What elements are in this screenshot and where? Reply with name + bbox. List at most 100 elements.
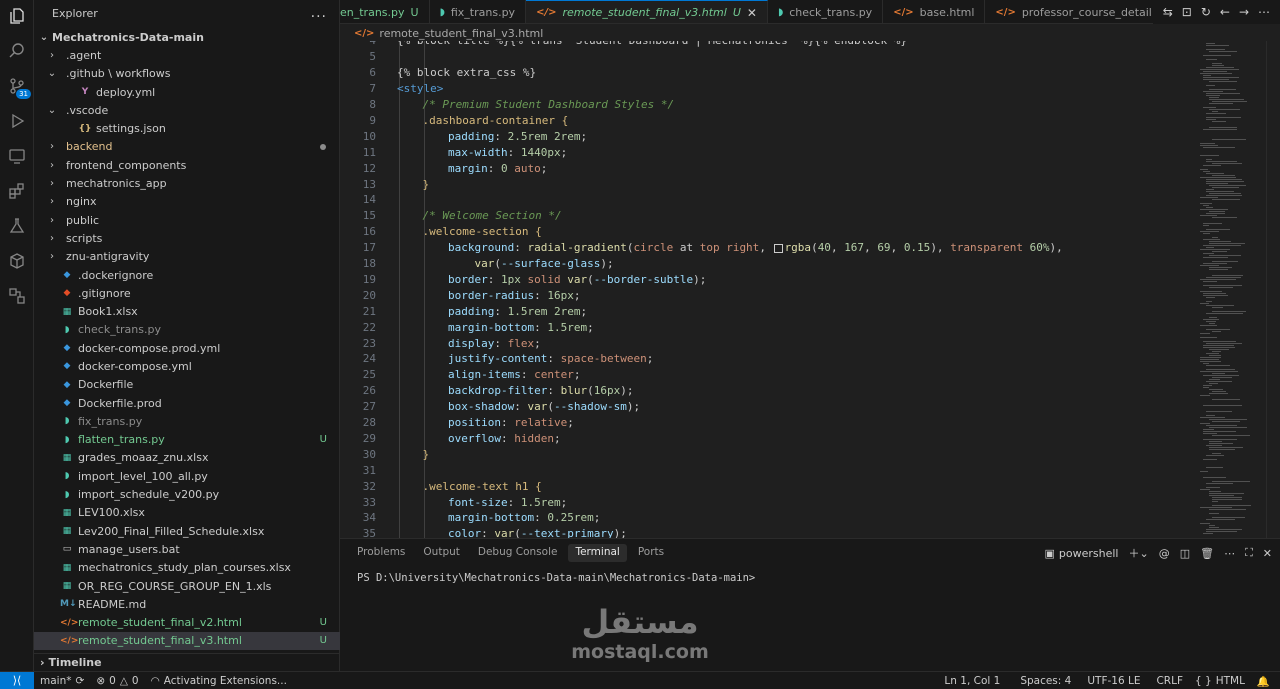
tree-file[interactable]: ◗ import_level_100_all.py	[34, 467, 340, 485]
close-icon[interactable]: ✕	[747, 6, 757, 20]
compare-icon[interactable]: ⇆	[1163, 5, 1173, 19]
extensions-icon[interactable]	[7, 181, 27, 201]
line-number: 14	[362, 193, 376, 207]
minimap-line	[1206, 353, 1219, 354]
tree-file[interactable]: ◆ .gitignore	[34, 284, 340, 302]
panel-tab-terminal[interactable]: Terminal	[568, 544, 627, 562]
tree-file[interactable]: ▦ mechatronics_study_plan_courses.xlsx	[34, 559, 340, 577]
maximize-panel-icon[interactable]: ⛶	[1245, 546, 1253, 560]
tree-file[interactable]: M↓ README.md	[34, 595, 340, 613]
terminal-instance[interactable]: ▣ powershell	[1044, 547, 1118, 560]
history-icon[interactable]: ↻	[1201, 5, 1211, 19]
editor-tab[interactable]: </> remote_student_final_v3.html U ✕	[526, 0, 768, 23]
editor-tab[interactable]: ◗ check_trans.py	[768, 0, 884, 23]
tab-label: remote_student_final_v3.html	[562, 6, 727, 19]
code-line: 14	[340, 192, 1190, 208]
more-editor-actions-icon[interactable]: ⋯	[1258, 5, 1270, 19]
editor-scrollbar[interactable]	[1266, 41, 1280, 538]
tree-file[interactable]: ▦ Lev200_Final_Filled_Schedule.xlsx	[34, 522, 340, 540]
tree-folder[interactable]: ⌄. github \ workflows	[34, 65, 340, 83]
tree-folder[interactable]: › scripts	[34, 229, 340, 247]
color-swatch-icon[interactable]	[773, 243, 783, 253]
timeline-section[interactable]: › Timeline	[34, 653, 340, 671]
tree-file[interactable]: {} settings.json	[34, 119, 340, 137]
remote-explorer-icon[interactable]	[7, 146, 27, 166]
open-changes-icon[interactable]: ⊡	[1182, 5, 1192, 19]
editor-tab[interactable]: ◗ fix_trans.py	[430, 0, 527, 23]
tree-file[interactable]: ▦ grades_moaaz_znu.xlsx	[34, 449, 340, 467]
tree-folder[interactable]: › frontend_components	[34, 156, 340, 174]
branch-indicator[interactable]: main* ⟳	[34, 675, 90, 687]
more-actions-icon[interactable]: ...	[311, 5, 327, 21]
minimap-line	[1206, 213, 1225, 214]
minimap-line	[1212, 275, 1243, 276]
tree-folder[interactable]: › backend	[34, 138, 340, 156]
code-token: padding	[448, 304, 495, 318]
tree-file[interactable]: ◗ import_schedule_v200.py	[34, 485, 340, 503]
tree-folder[interactable]: › mechatronics_app	[34, 174, 340, 192]
line-ending[interactable]: CRLF	[1150, 675, 1189, 687]
go-forward-icon[interactable]: →	[1239, 5, 1249, 19]
breadcrumb[interactable]: </> remote_student_final_v3.html	[340, 25, 1280, 41]
tree-file[interactable]: </> remote_student_final_v3.html U	[34, 631, 340, 651]
tree-file[interactable]: ◗ check_trans.py	[34, 321, 340, 339]
tree-root[interactable]: ⌄ Mechatronics-Data-main	[34, 28, 340, 46]
tree-folder[interactable]: ⌄. vscode	[34, 101, 340, 119]
code-token: at	[673, 241, 700, 255]
language-mode[interactable]: { } HTML	[1189, 675, 1251, 687]
testing-icon[interactable]	[7, 216, 27, 236]
projects-icon[interactable]	[7, 286, 27, 306]
tree-file[interactable]: ◆ Dockerfile.prod	[34, 394, 340, 412]
source-control-icon[interactable]: 31	[7, 76, 31, 99]
tree-file[interactable]: ◆ docker-compose.prod.yml	[34, 339, 340, 357]
code-text: display: flex;	[397, 337, 541, 350]
tree-file[interactable]: ▦ OR_REG_COURSE_GROUP_EN_1.xls	[34, 577, 340, 595]
go-back-icon[interactable]: ←	[1220, 5, 1230, 19]
tree-file[interactable]: ◆ docker-compose.yml	[34, 357, 340, 375]
tree-file[interactable]: ◆ .dockerignore	[34, 266, 340, 284]
panel-tab-problems[interactable]: Problems	[350, 544, 412, 562]
editor-tab[interactable]: </> base.html	[883, 0, 986, 23]
tree-folder[interactable]: › public	[34, 211, 340, 229]
tree-folder[interactable]: ›. agent	[34, 46, 340, 64]
panel-tab-output[interactable]: Output	[416, 544, 466, 562]
minimap[interactable]	[1196, 41, 1266, 538]
kill-terminal-icon[interactable]: 🗑	[1200, 547, 1214, 560]
code-token: :	[514, 400, 528, 414]
cursor-position[interactable]: Ln 1, Col 1	[938, 675, 1006, 687]
terminal-output[interactable]: PS D:\University\Mechatronics-Data-main\…	[357, 572, 755, 584]
notifications-icon[interactable]: 🔔	[1251, 675, 1280, 688]
tree-file[interactable]: ▦ Book1.xlsx	[34, 302, 340, 320]
panel-tab-debug-console[interactable]: Debug Console	[471, 544, 565, 562]
minimap-line	[1209, 127, 1237, 128]
remote-indicator-icon[interactable]: ⟩⟨	[0, 671, 34, 689]
code-editor[interactable]: 4 {% block title %}{% trans "Student Dash…	[340, 41, 1280, 538]
copilot-icon[interactable]: @	[1159, 547, 1170, 560]
close-panel-icon[interactable]: ✕	[1263, 547, 1272, 560]
tree-file[interactable]: ◗ fix_trans.py	[34, 412, 340, 430]
run-debug-icon[interactable]	[7, 111, 27, 131]
breadcrumb-file[interactable]: remote_student_final_v3.html	[379, 27, 543, 40]
minimap-line	[1200, 249, 1230, 250]
split-terminal-icon[interactable]: ◫	[1180, 547, 1190, 560]
problems-indicator[interactable]: ⊗ 0 △ 0	[90, 675, 144, 687]
tree-folder[interactable]: › znu-antigravity	[34, 248, 340, 266]
minimap-line	[1200, 325, 1217, 326]
editor-tab[interactable]: en_trans.py U	[340, 0, 430, 23]
tree-file[interactable]: </> remote_student_final_v2.html U	[34, 614, 340, 632]
encoding[interactable]: UTF-16 LE	[1081, 675, 1146, 687]
indentation[interactable]: Spaces: 4	[1014, 675, 1077, 687]
tree-folder[interactable]: › nginx	[34, 193, 340, 211]
more-icon[interactable]: ⋯	[1224, 547, 1235, 560]
tree-file[interactable]: ▭ manage_users.bat	[34, 540, 340, 558]
new-terminal-icon[interactable]: ＋⌄	[1128, 545, 1148, 561]
explorer-icon[interactable]	[7, 6, 27, 26]
tree-file[interactable]: ◆ Dockerfile	[34, 376, 340, 394]
minimap-line	[1200, 357, 1221, 358]
tree-file[interactable]: ▦ LEV100.xlsx	[34, 504, 340, 522]
containers-icon[interactable]	[7, 251, 27, 271]
search-icon[interactable]	[7, 41, 27, 61]
tree-file[interactable]: ◗ flatten_trans.py U	[34, 431, 340, 449]
tree-file[interactable]: Ydeploy.yml	[34, 83, 340, 101]
panel-tab-ports[interactable]: Ports	[631, 544, 671, 562]
